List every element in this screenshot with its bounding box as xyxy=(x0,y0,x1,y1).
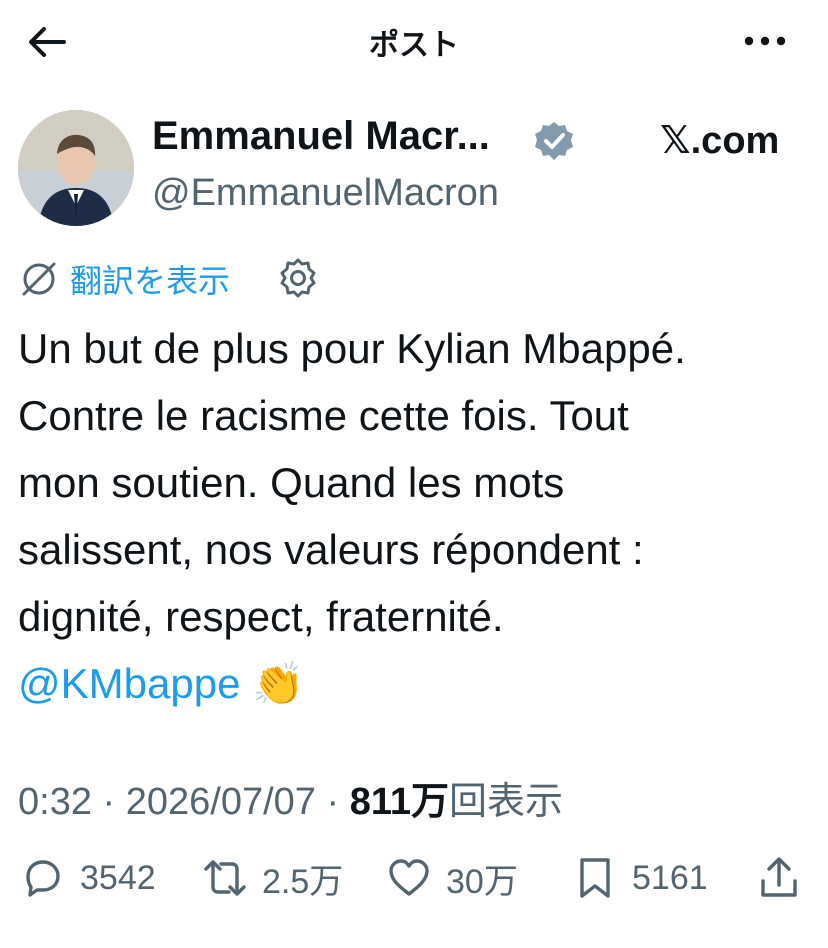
tweet-line: Contre le racisme cette fois. Tout xyxy=(18,392,629,439)
tweet-line: Un but de plus pour Kylian Mbappé. xyxy=(18,325,686,372)
source-domain: .com xyxy=(690,120,780,162)
repost-count: 2.5万 xyxy=(262,862,344,901)
show-translation-link[interactable]: 翻訳を表示 xyxy=(70,256,230,302)
post-date: 2026/07/07 xyxy=(125,781,316,823)
reply-icon xyxy=(26,860,60,897)
tweet-line: mon soutien. Quand les mots xyxy=(18,459,565,506)
share-button[interactable] xyxy=(756,854,802,902)
reply-button[interactable]: 3542 xyxy=(20,854,156,902)
avatar[interactable] xyxy=(18,110,134,226)
translation-settings-button[interactable] xyxy=(276,256,320,300)
repost-icon xyxy=(204,860,246,896)
mention-link[interactable]: @KMbappe xyxy=(18,660,240,707)
view-count-label: 回表示 xyxy=(449,781,564,823)
more-icon xyxy=(744,36,786,46)
repost-button[interactable]: 2.5万 xyxy=(202,854,343,902)
share-icon xyxy=(761,857,797,897)
avatar-photo xyxy=(18,110,134,226)
source-watermark: 𝕏.com xyxy=(660,118,779,163)
like-count: 30万 xyxy=(446,862,518,901)
x-logo-icon: 𝕏 xyxy=(660,118,691,162)
gear-icon xyxy=(280,258,316,298)
tweet-line: salissent, nos valeurs répondent : xyxy=(18,526,644,573)
heart-icon xyxy=(389,859,429,896)
bookmark-count: 5161 xyxy=(632,858,708,897)
author-name[interactable]: Emmanuel Macr... xyxy=(152,114,490,159)
tweet-line: dignité, respect, fraternité. xyxy=(18,593,504,640)
bookmark-button[interactable]: 5161 xyxy=(572,854,708,902)
more-button[interactable] xyxy=(742,26,788,56)
view-count: 811万 xyxy=(349,781,450,823)
tweet-text: Un but de plus pour Kylian Mbappé. Contr… xyxy=(18,315,818,717)
page-title: ポスト xyxy=(369,29,459,62)
bookmark-icon xyxy=(580,858,610,898)
like-button[interactable]: 30万 xyxy=(386,854,518,902)
tweet-meta: 0:32 · 2026/07/07 · 811万回表示 xyxy=(18,770,563,825)
meta-separator: · xyxy=(102,781,116,823)
reply-count: 3542 xyxy=(80,858,156,897)
clapping-hands-emoji: 👏 xyxy=(252,660,305,707)
translate-icon xyxy=(18,258,60,300)
verified-badge-icon xyxy=(533,120,575,162)
post-time: 0:32 xyxy=(18,781,92,823)
author-handle[interactable]: @EmmanuelMacron xyxy=(152,172,499,215)
meta-separator: · xyxy=(326,781,340,823)
